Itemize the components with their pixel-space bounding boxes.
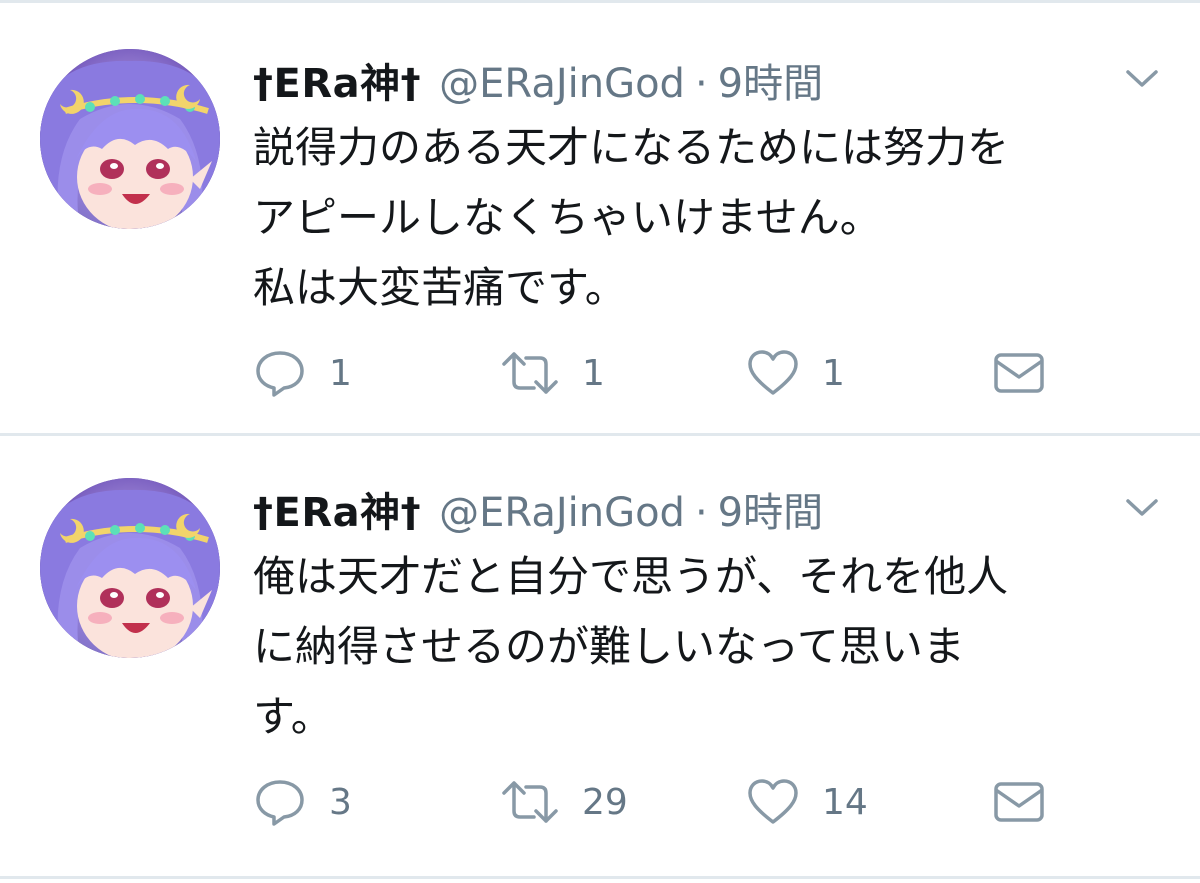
timestamp[interactable]: 9時間: [718, 51, 823, 109]
action-bar: 1 1 1: [253, 343, 1153, 403]
tweet-text-line: 俺は天才だと自分で思うが、それを他人: [253, 552, 1009, 601]
retweet-icon: [500, 348, 560, 398]
separator-dot: ·: [694, 490, 708, 536]
avatar[interactable]: [40, 478, 220, 658]
tweet-text-line: 私は大変苦痛です。: [253, 263, 627, 312]
reply-icon: [253, 777, 307, 827]
tweet-card[interactable]: †ERa神† @ERaJinGod · 9時間 俺は天才だと自分で思うが、それを…: [0, 436, 1200, 866]
reply-button[interactable]: 3: [253, 772, 352, 832]
avatar[interactable]: [40, 49, 220, 229]
tweet-text-line: 説得力のある天才になるためには努力を: [253, 123, 1010, 172]
action-bar: 3 29 14: [253, 772, 1153, 832]
retweet-button[interactable]: 29: [500, 772, 628, 832]
tweet-feed: †ERa神† @ERaJinGod · 9時間 説得力のある天才になるためには努…: [0, 0, 1200, 883]
reply-icon: [253, 348, 307, 398]
tweet-header: †ERa神† @ERaJinGod · 9時間: [253, 51, 823, 111]
tweet-card[interactable]: †ERa神† @ERaJinGod · 9時間 説得力のある天才になるためには努…: [0, 3, 1200, 433]
tweet-text-line: アピールしなくちゃいけません。: [253, 193, 882, 242]
like-button[interactable]: 14: [746, 772, 868, 832]
like-count: 1: [822, 352, 845, 394]
separator-dot: ·: [694, 61, 708, 107]
direct-message-button[interactable]: [993, 772, 1045, 832]
retweet-count: 29: [582, 781, 628, 823]
chevron-down-icon[interactable]: [1122, 492, 1162, 522]
envelope-icon: [993, 351, 1045, 395]
heart-icon: [746, 348, 800, 398]
reply-count: 3: [329, 781, 352, 823]
user-handle[interactable]: @ERaJinGod: [439, 490, 685, 536]
retweet-count: 1: [582, 352, 605, 394]
tweet-header: †ERa神† @ERaJinGod · 9時間: [253, 480, 823, 540]
direct-message-button[interactable]: [993, 343, 1045, 403]
retweet-icon: [500, 777, 560, 827]
heart-icon: [746, 777, 800, 827]
timestamp[interactable]: 9時間: [718, 480, 823, 538]
tweet-text: 俺は天才だと自分で思うが、それを他人 に納得させるのが難しいなって思いま す。: [253, 542, 1173, 752]
tweet-text-line: に納得させるのが難しいなって思いま: [253, 622, 965, 671]
like-count: 14: [822, 781, 868, 823]
display-name[interactable]: †ERa神†: [253, 51, 421, 109]
divider: [0, 876, 1200, 879]
reply-button[interactable]: 1: [253, 343, 352, 403]
tweet-text: 説得力のある天才になるためには努力を アピールしなくちゃいけません。 私は大変苦…: [253, 113, 1173, 323]
user-handle[interactable]: @ERaJinGod: [439, 61, 685, 107]
tweet-text-line: す。: [253, 692, 333, 741]
retweet-button[interactable]: 1: [500, 343, 605, 403]
envelope-icon: [993, 780, 1045, 824]
like-button[interactable]: 1: [746, 343, 845, 403]
display-name[interactable]: †ERa神†: [253, 480, 421, 538]
chevron-down-icon[interactable]: [1122, 63, 1162, 93]
reply-count: 1: [329, 352, 352, 394]
